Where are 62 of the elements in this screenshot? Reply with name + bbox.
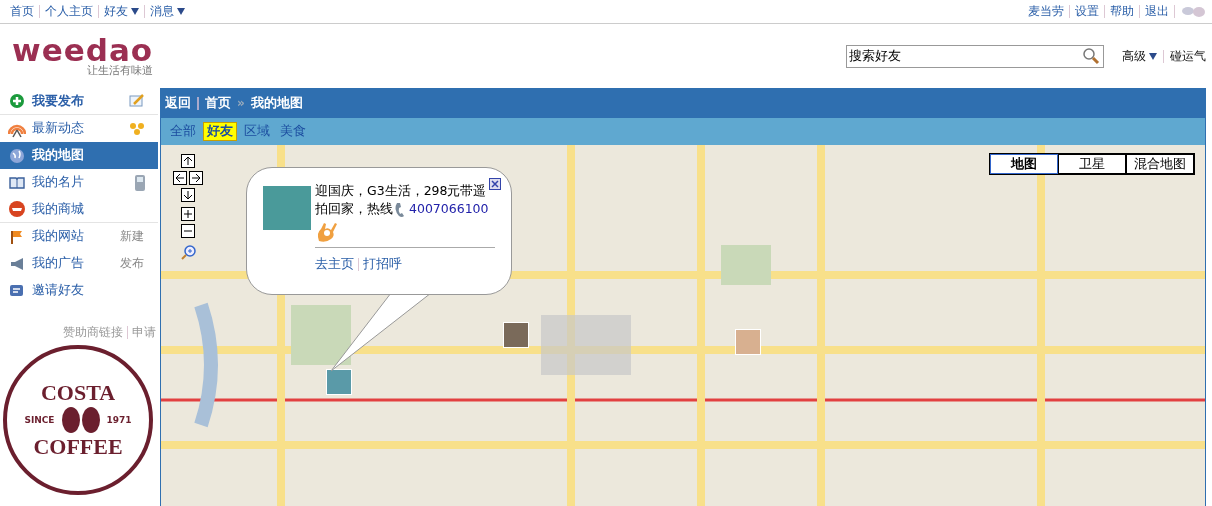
sidebar-item[interactable]: 邀请好友 bbox=[0, 277, 158, 304]
pan-down-button[interactable] bbox=[181, 188, 195, 202]
breadcrumb-link[interactable]: 首页 bbox=[205, 94, 231, 112]
nav-link[interactable]: 帮助 bbox=[1110, 3, 1134, 20]
globe-icon bbox=[8, 146, 26, 165]
photo-placeholder[interactable] bbox=[326, 369, 352, 395]
coffee-beans-icon bbox=[60, 406, 101, 434]
action-link[interactable]: 发布 bbox=[120, 255, 144, 272]
logo-wordmark: weedao bbox=[12, 35, 154, 65]
sidebar-item[interactable]: 我的地图 bbox=[0, 142, 158, 169]
zoom-out-button[interactable] bbox=[181, 224, 195, 238]
plus-icon bbox=[183, 209, 193, 219]
pencil-note-icon bbox=[128, 93, 146, 109]
phone-icon bbox=[134, 173, 146, 192]
nav-link[interactable]: 首页 bbox=[10, 3, 34, 20]
breadcrumb-link[interactable]: 返回 bbox=[165, 94, 191, 112]
sidebar-item[interactable]: 我的网站 新建 bbox=[0, 223, 158, 250]
pan-left-button[interactable] bbox=[173, 171, 187, 185]
sidebar-item[interactable]: 我要发布 bbox=[0, 88, 158, 115]
caret-icon bbox=[177, 8, 185, 15]
chevron-icon: » bbox=[237, 96, 245, 110]
map-type-button[interactable]: 混合地图 bbox=[1126, 154, 1194, 174]
nav-link[interactable]: 消息 bbox=[150, 3, 185, 20]
nav-link[interactable]: 设置 bbox=[1075, 3, 1099, 20]
popup-link[interactable]: 打招呼 bbox=[363, 255, 402, 273]
pan-up-button[interactable] bbox=[181, 154, 195, 168]
map-type-button[interactable]: 卫星 bbox=[1058, 154, 1126, 174]
search-icon[interactable] bbox=[1082, 46, 1100, 65]
nav-link[interactable]: 退出 bbox=[1145, 3, 1169, 20]
filter-tab[interactable]: 好友 bbox=[203, 122, 237, 141]
popup-link[interactable]: 去主页 bbox=[315, 255, 354, 273]
photo-placeholder bbox=[263, 186, 311, 230]
logo-tagline: 让生活有味道 bbox=[87, 65, 154, 77]
logo-text: 1971 bbox=[106, 415, 132, 425]
breadcrumb-link[interactable]: 我的地图 bbox=[250, 94, 303, 112]
popup-message: 迎国庆，G3生活，298元带遥拍回家，热线 4007066100 bbox=[315, 182, 497, 219]
logo-text: SINCE bbox=[24, 415, 55, 425]
map-tile[interactable]: 地图 卫星 混合地图 迎国庆，G3生活，298元带遥拍回家，热线 4007066100 去主页 打招呼 bbox=[161, 145, 1205, 506]
header-link[interactable]: 碰运气 bbox=[1170, 47, 1206, 65]
plus-icon bbox=[8, 92, 26, 110]
ad-logo-circle[interactable]: COSTA SINCE 1971 COFFEE bbox=[3, 345, 153, 495]
sidebar-item[interactable]: 最新动态 bbox=[0, 115, 158, 142]
up-arrow-icon bbox=[183, 156, 193, 166]
logo-text: COSTA bbox=[40, 380, 116, 406]
nav-link[interactable]: 个人主页 bbox=[45, 3, 93, 20]
close-icon[interactable] bbox=[489, 178, 501, 190]
sidebar-item[interactable]: 我的名片 bbox=[0, 169, 158, 196]
map-type-button[interactable]: 地图 bbox=[990, 154, 1058, 174]
zoom-in-button[interactable] bbox=[181, 207, 195, 221]
sidebar-item[interactable]: 我的广告 发布 bbox=[0, 250, 158, 277]
action-link[interactable]: 新建 bbox=[120, 228, 144, 245]
sidebar-item[interactable]: 我的商城 bbox=[0, 196, 158, 223]
right-arrow-icon bbox=[191, 173, 201, 183]
photo-placeholder[interactable] bbox=[503, 322, 529, 348]
search-field[interactable]: 搜索好友 bbox=[846, 44, 1104, 68]
nav-link[interactable]: 麦当劳 bbox=[1028, 3, 1064, 20]
logo-text: COFFEE bbox=[33, 434, 123, 460]
magnifier-icon[interactable] bbox=[181, 244, 197, 260]
cluster-icon bbox=[128, 120, 146, 137]
pan-right-button[interactable] bbox=[189, 171, 203, 185]
down-arrow-icon bbox=[183, 190, 193, 200]
left-arrow-icon bbox=[175, 173, 185, 183]
